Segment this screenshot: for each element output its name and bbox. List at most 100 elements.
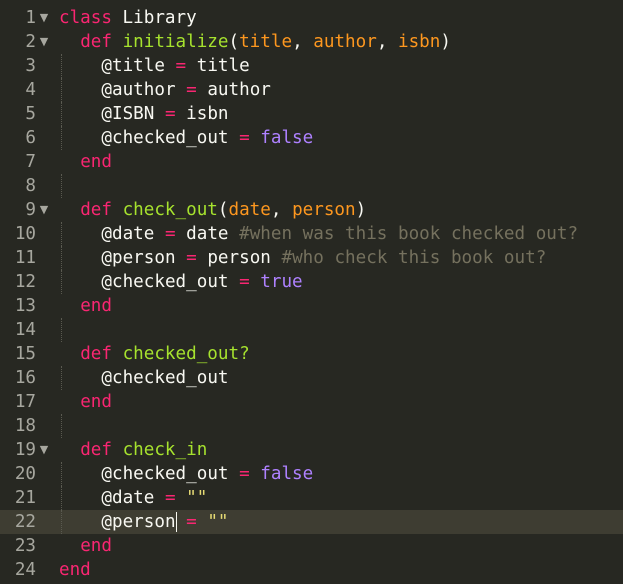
code-line[interactable]: 16 @checked_out: [0, 366, 623, 390]
code-line[interactable]: 10 @date = date #when was this book check…: [0, 222, 623, 246]
code-text: end: [80, 150, 112, 174]
code-token: @checked_out: [101, 368, 229, 388]
line-number: 16: [14, 368, 36, 388]
line-number: 10: [14, 224, 36, 244]
code-line[interactable]: 1 ▼ class Library: [0, 6, 623, 30]
code-token: =: [164, 488, 176, 508]
code-token: =: [164, 104, 176, 124]
code-line[interactable]: 11 @person = person #who check this book …: [0, 246, 623, 270]
code-token: def: [80, 200, 112, 220]
code-line[interactable]: 4 @author = author: [0, 78, 623, 102]
indent-guide: [61, 318, 62, 342]
code-token: def: [80, 32, 112, 52]
code-token: =: [186, 80, 197, 100]
code-token: person: [292, 200, 356, 220]
indent-guide: [61, 54, 62, 78]
fold-arrow-icon[interactable]: ▼: [38, 438, 50, 462]
code-token: =: [239, 272, 250, 292]
code-token: "": [186, 488, 208, 508]
code-line[interactable]: 20 @checked_out = false: [0, 462, 623, 486]
line-number: 11: [14, 248, 36, 268]
code-token: @checked_out: [101, 272, 229, 292]
code-token: title: [239, 32, 293, 52]
line-number: 5: [25, 104, 36, 124]
line-number: 19: [14, 440, 36, 460]
code-line[interactable]: 15 def checked_out?: [0, 342, 623, 366]
code-text: @date = date #when was this book checked…: [101, 222, 578, 246]
line-number: 9: [25, 200, 36, 220]
code-editor[interactable]: 1 ▼ class Library 2 ▼ def initialize(title, a…: [0, 6, 623, 582]
code-line[interactable]: 21 @date = "": [0, 486, 623, 510]
code-line[interactable]: 7 end: [0, 150, 623, 174]
code-line[interactable]: 3 @title = title: [0, 54, 623, 78]
code-token: =: [239, 128, 250, 148]
code-token: checked_out?: [122, 344, 250, 364]
line-number: 4: [25, 80, 36, 100]
code-token: @title: [101, 56, 165, 76]
line-number: 2: [25, 32, 36, 52]
code-token: @checked_out: [101, 464, 229, 484]
line-number: 8: [25, 176, 36, 196]
code-token: @author: [101, 80, 176, 100]
code-token: def: [80, 344, 112, 364]
code-text: @date = "": [101, 486, 207, 510]
code-line[interactable]: 14: [0, 318, 623, 342]
fold-arrow-icon[interactable]: ▼: [38, 6, 50, 30]
code-token: "": [207, 512, 229, 532]
code-line[interactable]: 5 @ISBN = isbn: [0, 102, 623, 126]
code-token: @checked_out: [101, 128, 229, 148]
fold-arrow-icon[interactable]: ▼: [38, 30, 50, 54]
code-token: false: [260, 464, 314, 484]
code-token: (: [228, 32, 240, 52]
code-line[interactable]: 17 end: [0, 390, 623, 414]
code-line[interactable]: 19 ▼ def check_in: [0, 438, 623, 462]
code-text: @checked_out = true: [101, 270, 302, 294]
code-token: isbn: [398, 32, 441, 52]
line-number: 21: [14, 488, 36, 508]
code-token: person: [196, 248, 282, 268]
code-token: isbn: [175, 104, 229, 124]
code-line[interactable]: 12 @checked_out = true: [0, 270, 623, 294]
code-line[interactable]: 8: [0, 174, 623, 198]
code-text: def check_in: [80, 438, 207, 462]
code-line[interactable]: 6 @checked_out = false: [0, 126, 623, 150]
code-token: check_in: [122, 440, 208, 460]
indent-guide: [61, 462, 62, 486]
code-token: ,: [376, 32, 398, 52]
code-token: @person: [101, 248, 176, 268]
code-line[interactable]: 2 ▼ def initialize(title, author, isbn): [0, 30, 623, 54]
code-text: end: [59, 558, 91, 582]
code-token: Library: [111, 8, 197, 28]
code-token: end: [59, 560, 91, 580]
code-token: title: [186, 56, 250, 76]
code-token: ,: [292, 32, 314, 52]
code-line[interactable]: 22 @person = "": [0, 510, 623, 534]
indent-guide: [61, 366, 62, 390]
indent-guide: [61, 222, 62, 246]
indent-guide: [61, 102, 62, 126]
code-line[interactable]: 18: [0, 414, 623, 438]
code-line[interactable]: 9 ▼ def check_out(date, person): [0, 198, 623, 222]
indent-guide: [61, 510, 62, 534]
code-line[interactable]: 13 end: [0, 294, 623, 318]
line-number: 18: [14, 416, 36, 436]
indent-guide: [61, 486, 62, 510]
code-line[interactable]: 23 end: [0, 534, 623, 558]
fold-arrow-icon[interactable]: ▼: [38, 198, 50, 222]
code-text: end: [80, 390, 112, 414]
code-token: true: [260, 272, 303, 292]
code-line[interactable]: 24 end: [0, 558, 623, 582]
code-text: @title = title: [101, 54, 249, 78]
code-token: ): [440, 32, 451, 52]
code-text: end: [80, 534, 112, 558]
indent-guide: [61, 174, 62, 198]
code-token: class: [59, 8, 112, 28]
